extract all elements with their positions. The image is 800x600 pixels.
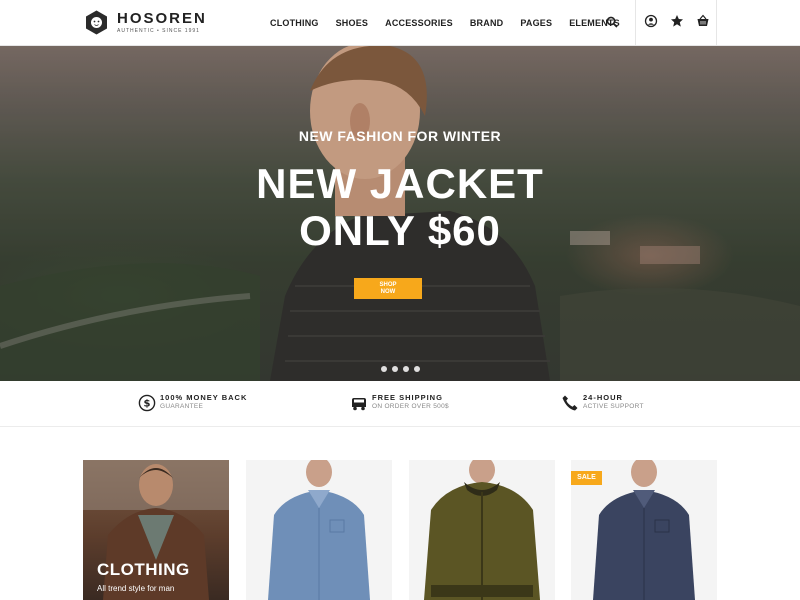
nav-item-shoes[interactable]: SHOES [336, 18, 369, 28]
nav-item-clothing[interactable]: CLOTHING [270, 18, 319, 28]
slider-dots [381, 366, 425, 372]
features-bar: $ 100% MONEY BACK GUARANTEE FREE SHIPPIN… [0, 381, 800, 427]
site-header: HOSOREN AUTHENTIC • SINCE 1991 CLOTHING … [0, 0, 800, 46]
brand-name: HOSOREN [117, 10, 207, 27]
hero-title: NEW JACKET ONLY $60 [0, 160, 800, 254]
hero-title-line-2: ONLY $60 [299, 207, 501, 254]
feature-title: 24-HOUR [583, 393, 623, 402]
search-icon[interactable] [606, 16, 618, 28]
feature-subtitle: ACTIVE SUPPORT [583, 403, 644, 410]
product-image-blue-shirt [268, 460, 370, 600]
main-nav: CLOTHING SHOES ACCESSORIES BRAND PAGES E… [270, 0, 637, 46]
category-subtitle: All trend style for man [97, 584, 175, 593]
hero-title-line-1: NEW JACKET [256, 160, 544, 207]
feature-subtitle: GUARANTEE [160, 403, 204, 410]
slider-dot[interactable] [392, 366, 398, 372]
phone-icon [562, 395, 578, 411]
star-icon[interactable] [670, 14, 684, 28]
account-icon[interactable] [644, 14, 658, 28]
category-title: CLOTHING [97, 560, 190, 579]
product-card[interactable] [409, 460, 555, 600]
shop-now-label-2: NOW [380, 289, 396, 295]
feature-title: FREE SHIPPING [372, 393, 443, 402]
slider-dot[interactable] [414, 366, 420, 372]
category-card-clothing[interactable]: CLOTHING All trend style for man [83, 460, 229, 600]
basket-icon[interactable] [696, 14, 710, 28]
nav-item-pages[interactable]: PAGES [520, 18, 552, 28]
dollar-icon: $ [138, 394, 156, 412]
truck-icon [352, 398, 366, 411]
shop-now-button[interactable]: SHOP NOW [354, 278, 422, 299]
lion-logo-icon [86, 10, 107, 35]
hero-subtitle: NEW FASHION FOR WINTER [298, 128, 502, 144]
header-tools [635, 0, 717, 46]
hero-slider: NEW FASHION FOR WINTER NEW JACKET ONLY $… [0, 46, 800, 381]
slider-dot[interactable] [403, 366, 409, 372]
feature-subtitle: ON ORDER OVER 500$ [372, 403, 449, 410]
nav-item-accessories[interactable]: ACCESSORIES [385, 18, 453, 28]
product-card[interactable] [246, 460, 392, 600]
brand-tagline: AUTHENTIC • SINCE 1991 [117, 28, 200, 34]
product-card[interactable]: SALE [571, 460, 717, 600]
svg-text:$: $ [144, 399, 151, 410]
nav-item-brand[interactable]: BRAND [470, 18, 504, 28]
slider-dot[interactable] [381, 366, 387, 372]
sale-badge: SALE [571, 471, 602, 485]
shop-now-label-1: SHOP [379, 282, 397, 288]
feature-title: 100% MONEY BACK [160, 393, 248, 402]
product-image-olive-jacket [424, 460, 540, 600]
logo[interactable]: HOSOREN AUTHENTIC • SINCE 1991 [84, 10, 214, 36]
